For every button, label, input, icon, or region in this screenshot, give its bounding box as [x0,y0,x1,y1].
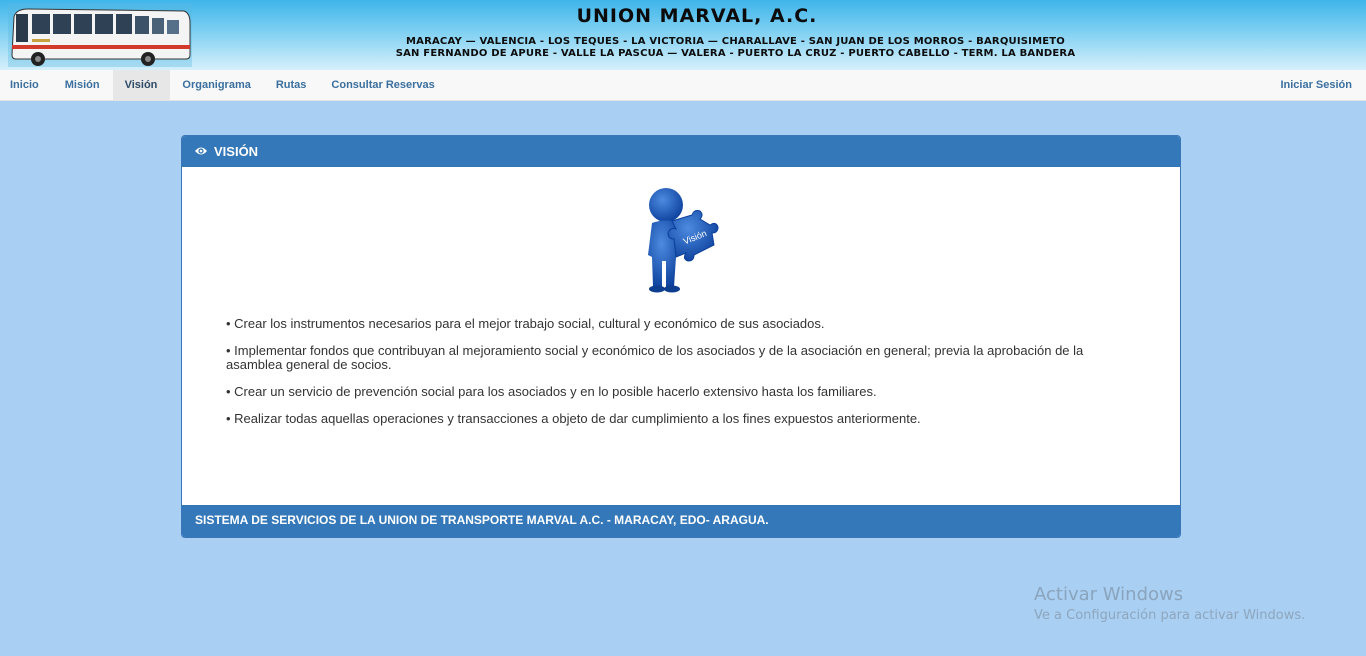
list-item: • Implementar fondos que contribuyan al … [226,343,1084,372]
vision-panel: VISIÓN Visión • Crear los instrumentos n… [181,135,1181,538]
vision-list: • Crear los instrumentos necesarios para… [226,317,1106,439]
banner-routes-line2: SAN FERNANDO DE APURE - VALLE LA PASCUA … [395,48,1076,59]
panel-body: Visión • Crear los instrumentos necesari… [182,167,1180,506]
panel-title: VISIÓN [214,144,259,159]
nav-item-rutas[interactable]: Rutas [264,70,320,100]
nav-item-mision[interactable]: Misión [53,70,113,100]
nav-item-consultar-reservas[interactable]: Consultar Reservas [319,70,447,100]
watermark-title: Activar Windows [1034,584,1184,605]
panel-heading: VISIÓN [182,136,1180,167]
list-item: • Crear los instrumentos necesarios para… [226,316,825,331]
puzzle-person-icon: Visión [648,188,719,293]
nav-item-inicio[interactable]: Inicio [0,70,53,100]
header-banner: UNION MARVAL, A.C. MARACAY — VALENCIA - … [0,0,1366,70]
nav-list: Inicio Misión Visión Organigrama Rutas C… [0,70,1366,100]
banner-routes-line1: MARACAY — VALENCIA - LOS TEQUES - LA VIC… [406,36,1065,47]
eye-icon [194,136,208,167]
main-navbar: Inicio Misión Visión Organigrama Rutas C… [0,70,1366,101]
windows-activation-watermark: Activar Windows Ve a Configuración para … [1034,584,1305,623]
list-item: • Realizar todas aquellas operaciones y … [226,411,921,426]
list-item: • Crear un servicio de prevención social… [226,384,877,399]
banner-title: UNION MARVAL, A.C. [576,5,818,27]
login-link[interactable]: Iniciar Sesión [1280,70,1352,100]
panel-footer: SISTEMA DE SERVICIOS DE LA UNION DE TRAN… [182,505,1180,537]
nav-item-organigrama[interactable]: Organigrama [170,70,263,100]
nav-item-vision[interactable]: Visión [112,70,171,100]
watermark-subtitle: Ve a Configuración para activar Windows. [1034,608,1306,623]
